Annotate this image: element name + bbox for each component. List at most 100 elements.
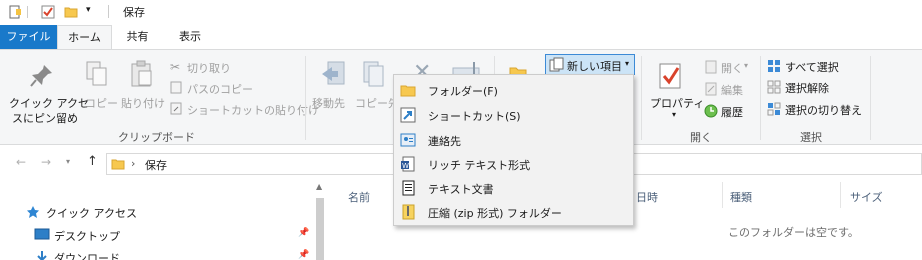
- copy-path-icon: [170, 81, 182, 94]
- folder-icon: [111, 159, 125, 170]
- rtf-document-icon: W: [401, 156, 415, 172]
- properties-icon: [659, 63, 681, 89]
- tab-view[interactable]: 表示: [165, 25, 215, 49]
- pin-quick-access-label-1[interactable]: クイック アクセ: [9, 95, 89, 111]
- explorer-window: ▾ 保存 ファイル ホーム 共有 表示 クイック アクセ スにピン留め コピー …: [0, 0, 922, 260]
- column-divider[interactable]: [840, 182, 841, 208]
- properties-button[interactable]: プロパティ: [650, 95, 704, 111]
- properties-quick-icon[interactable]: [8, 5, 22, 19]
- invert-selection-icon: [767, 102, 781, 116]
- shortcut-icon: [400, 107, 416, 123]
- recent-locations-icon[interactable]: ▾: [66, 157, 70, 166]
- group-divider: [760, 56, 761, 140]
- tab-home[interactable]: ホーム: [57, 25, 112, 49]
- window-title: 保存: [123, 6, 145, 19]
- menu-item-label: 圧縮 (zip 形式) フォルダー: [428, 207, 562, 220]
- menu-item-label: テキスト文書: [428, 183, 494, 196]
- select-none-button[interactable]: 選択解除: [785, 80, 829, 96]
- tab-share[interactable]: 共有: [115, 25, 160, 49]
- menu-item-rich-text[interactable]: W リッチ テキスト形式: [395, 152, 632, 176]
- copy-icon: [86, 61, 107, 86]
- star-icon: [27, 206, 39, 218]
- open-dropdown-arrow[interactable]: ▾: [744, 61, 748, 70]
- new-item-menu: フォルダー(F) ショートカット(S) 連絡先 W リッチ テキスト形式 テキス…: [393, 74, 634, 226]
- open-group-label: 開く: [690, 131, 712, 144]
- desktop-icon: [34, 228, 50, 240]
- copy-path-button[interactable]: パスのコピー: [187, 81, 253, 97]
- select-all-icon: [768, 60, 780, 72]
- open-button[interactable]: 開く: [721, 60, 743, 76]
- up-icon[interactable]: ↑: [87, 154, 98, 169]
- forward-icon[interactable]: →: [41, 155, 51, 169]
- new-item-button[interactable]: 新しい項目 ▾: [545, 54, 635, 75]
- column-divider[interactable]: [722, 182, 723, 208]
- menu-item-shortcut[interactable]: ショートカット(S): [395, 103, 632, 127]
- nav-quick-access[interactable]: クイック アクセス: [46, 205, 137, 221]
- pin-icon[interactable]: 📌: [298, 250, 309, 260]
- menu-item-label: リッチ テキスト形式: [428, 159, 531, 172]
- column-date[interactable]: 日時: [636, 189, 658, 205]
- svg-text:W: W: [402, 162, 409, 170]
- tab-file[interactable]: ファイル: [0, 25, 57, 49]
- pin-icon[interactable]: 📌: [298, 228, 309, 238]
- nav-desktop[interactable]: デスクトップ: [54, 228, 120, 244]
- scissors-icon: ✂: [170, 60, 181, 74]
- ribbon-tabs: ファイル ホーム 共有 表示: [0, 25, 922, 49]
- move-to-icon: [322, 61, 345, 85]
- cut-button[interactable]: 切り取り: [187, 60, 231, 76]
- group-divider: [870, 56, 871, 140]
- select-all-button[interactable]: すべて選択: [785, 59, 839, 75]
- paste-shortcut-icon: [170, 102, 182, 115]
- select-none-icon: [767, 80, 781, 94]
- invert-selection-button[interactable]: 選択の切り替え: [785, 102, 862, 118]
- move-to-button[interactable]: 移動先: [312, 95, 345, 111]
- paste-shortcut-button[interactable]: ショートカットの貼り付け: [187, 102, 319, 118]
- edit-button[interactable]: 編集: [721, 82, 743, 98]
- menu-item-label: ショートカット(S): [428, 110, 521, 123]
- nav-downloads[interactable]: ダウンロード: [54, 250, 120, 260]
- clipboard-group-label: クリップボード: [118, 131, 195, 144]
- copy-button[interactable]: コピー: [85, 95, 118, 111]
- contact-icon: [400, 133, 416, 147]
- edit-icon: [705, 82, 717, 96]
- folder-icon: [400, 85, 416, 97]
- properties-dropdown-arrow[interactable]: ▾: [672, 110, 676, 119]
- address-path[interactable]: 保存: [145, 157, 167, 173]
- open-icon: [705, 60, 717, 74]
- column-name[interactable]: 名前: [348, 189, 370, 205]
- title-bar: ▾ 保存: [0, 0, 922, 24]
- menu-item-label: 連絡先: [428, 135, 461, 148]
- scroll-thumb[interactable]: [316, 198, 324, 260]
- menu-item-folder[interactable]: フォルダー(F): [395, 78, 632, 102]
- paste-icon: [131, 60, 152, 87]
- empty-folder-message: このフォルダーは空です。: [728, 226, 859, 239]
- new-item-dropdown-arrow: ▾: [625, 59, 630, 68]
- text-document-icon: [402, 180, 415, 196]
- pin-icon: [30, 65, 52, 87]
- history-icon: [704, 104, 718, 118]
- scroll-up-icon[interactable]: ▲: [316, 182, 322, 191]
- group-divider: [305, 56, 306, 140]
- menu-item-label: フォルダー(F): [428, 85, 498, 98]
- column-size[interactable]: サイズ: [850, 189, 883, 205]
- nav-scrollbar[interactable]: ▲: [314, 180, 326, 260]
- select-group-label: 選択: [800, 131, 822, 144]
- menu-item-contact[interactable]: 連絡先: [395, 128, 632, 152]
- menu-item-zip-folder[interactable]: 圧縮 (zip 形式) フォルダー: [395, 200, 632, 224]
- column-type[interactable]: 種類: [730, 189, 752, 205]
- zip-folder-icon: [402, 204, 415, 220]
- new-item-icon: [549, 57, 564, 72]
- customize-quick-access-button[interactable]: ▾: [86, 5, 91, 15]
- new-item-label: 新しい項目: [567, 60, 622, 73]
- back-icon[interactable]: ←: [16, 155, 26, 169]
- new-folder-quick-icon[interactable]: [64, 5, 78, 19]
- menu-item-text-document[interactable]: テキスト文書: [395, 176, 632, 200]
- copy-to-icon: [363, 61, 384, 87]
- download-icon: [37, 251, 47, 260]
- paste-button[interactable]: 貼り付け: [121, 95, 165, 111]
- history-button[interactable]: 履歴: [721, 104, 743, 120]
- address-chevron[interactable]: ›: [131, 157, 135, 170]
- check-properties-icon[interactable]: [41, 5, 55, 19]
- pin-quick-access-label-2[interactable]: スにピン留め: [12, 110, 78, 126]
- group-divider: [641, 56, 642, 140]
